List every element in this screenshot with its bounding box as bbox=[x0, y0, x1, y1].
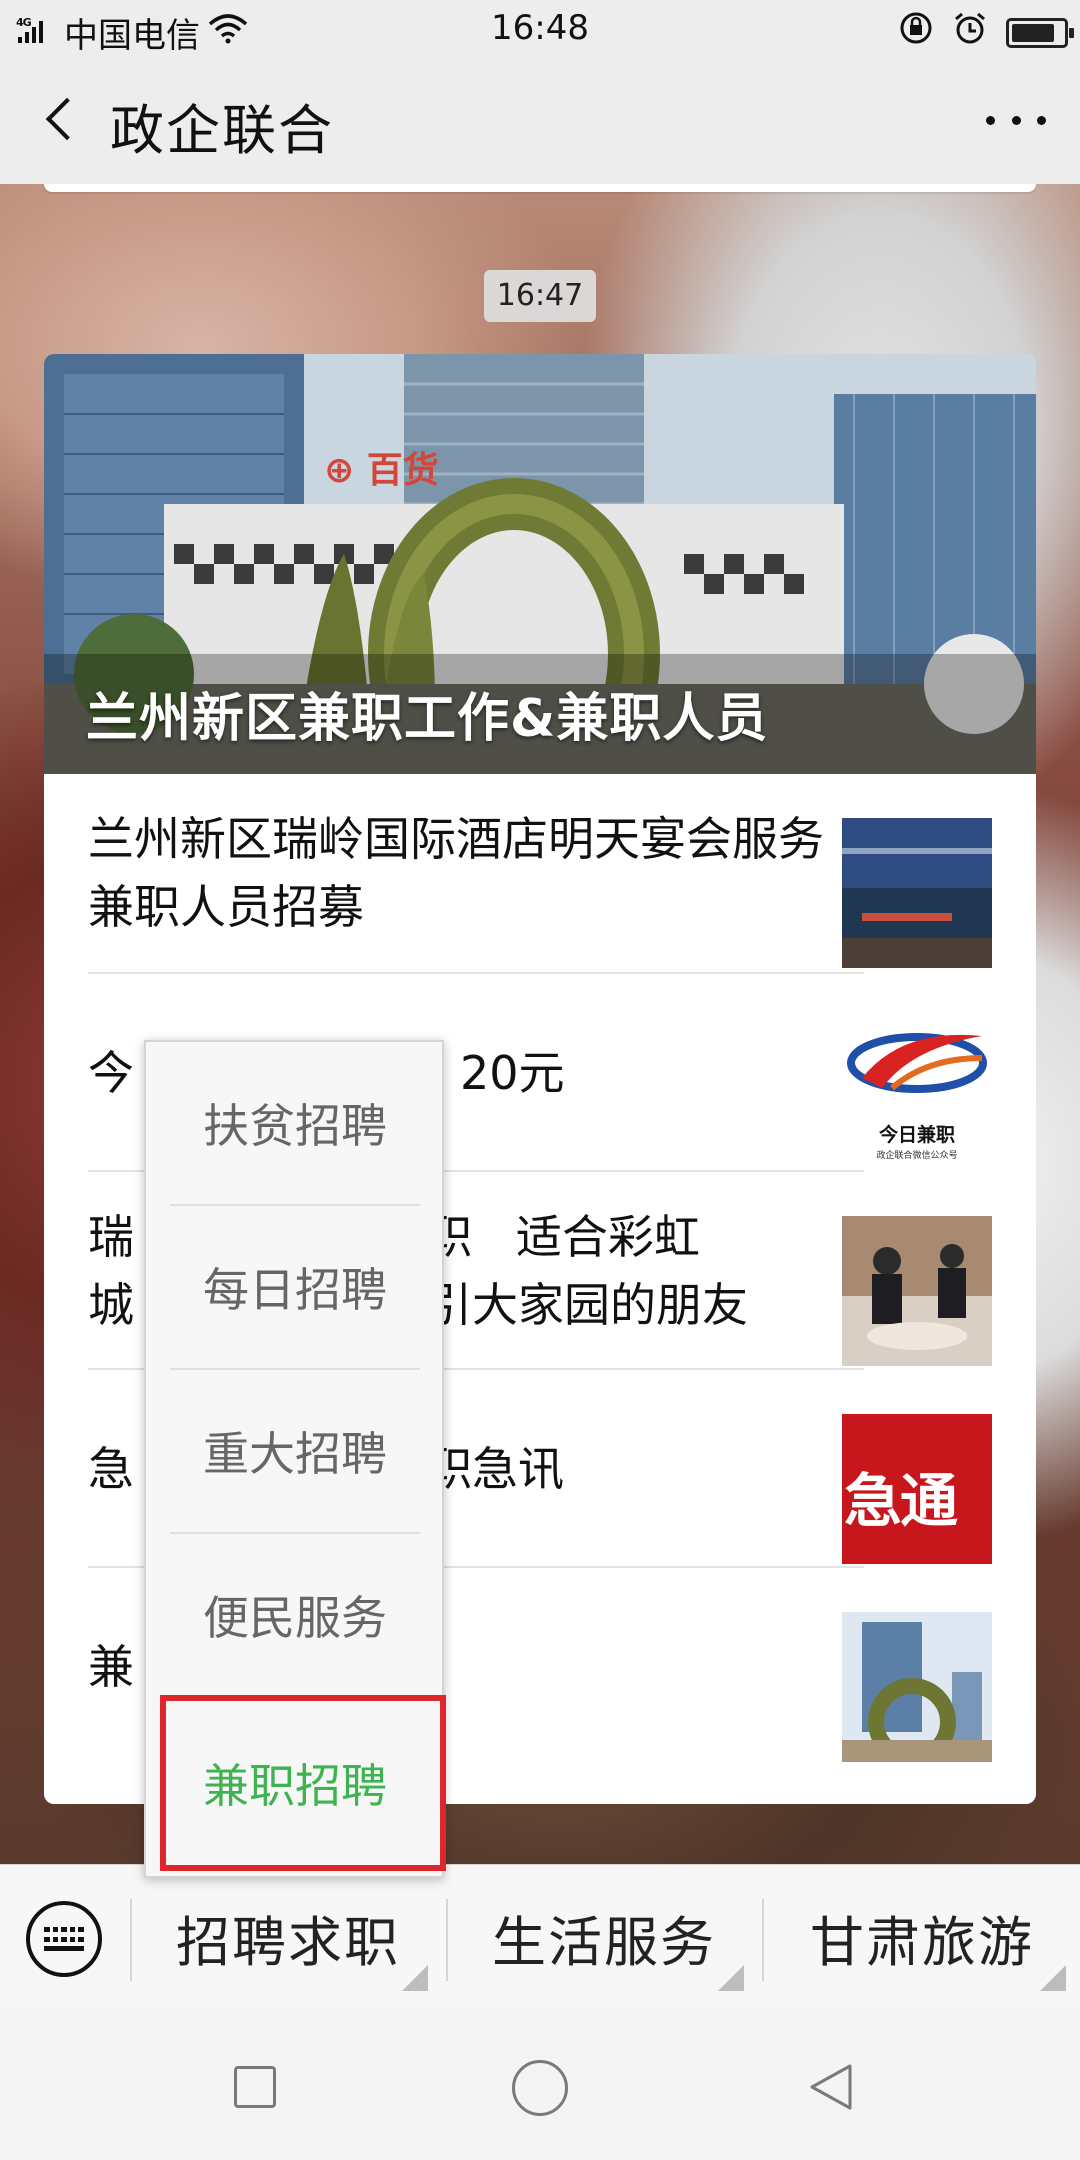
logo-subcaption: 政企联合微信公众号 bbox=[876, 1151, 958, 1161]
urgent-thumbnail-text: 急通 bbox=[844, 1467, 958, 1535]
menu-tab-gansu-travel[interactable]: 甘肃旅游 bbox=[764, 1865, 1080, 2009]
previous-message-card bbox=[44, 184, 1036, 192]
submenu-popup: 扶贫招聘 每日招聘 重大招聘 便民服务 兼职招聘 bbox=[144, 1040, 446, 1878]
jinri-jianzhi-logo-icon bbox=[847, 1033, 987, 1093]
status-bar: 4G 中国电信 16:48 bbox=[0, 0, 1080, 56]
back-icon[interactable] bbox=[806, 2062, 856, 2112]
submenu-item-public-service[interactable]: 便民服务 bbox=[170, 1534, 420, 1696]
article-title-end: 职急讯 bbox=[426, 1442, 564, 1496]
menu-tab-recruitment[interactable]: 招聘求职 bbox=[132, 1865, 444, 2009]
message-timestamp: 16:47 bbox=[484, 270, 596, 322]
cover-title: 兰州新区兼职工作&兼职人员 bbox=[86, 689, 769, 749]
submenu-item-poverty-recruit[interactable]: 扶贫招聘 bbox=[170, 1042, 420, 1204]
submenu-indicator-icon bbox=[402, 1965, 428, 1991]
home-icon[interactable] bbox=[512, 2060, 568, 2116]
article-title-start: 今 bbox=[88, 1046, 134, 1100]
article-title-line1-start: 瑞 bbox=[88, 1210, 134, 1264]
official-account-menu-bar: 招聘求职 生活服务 甘肃旅游 bbox=[0, 1864, 1080, 2008]
article-thumbnail: 今日兼职 政企联合微信公众号 bbox=[842, 1018, 992, 1168]
more-options-icon[interactable] bbox=[986, 112, 1046, 128]
battery-icon bbox=[1006, 17, 1074, 48]
article-title-start: 急 bbox=[88, 1442, 134, 1496]
article-title: 兰州新区瑞岭国际酒店明天宴会服务兼职人员招募 bbox=[88, 812, 824, 934]
article-item[interactable]: 兰州新区瑞岭国际酒店明天宴会服务兼职人员招募 bbox=[88, 774, 992, 972]
article-title-line1-end: 职 适合彩虹 bbox=[426, 1210, 700, 1264]
keyboard-toggle-icon[interactable] bbox=[26, 1901, 102, 1977]
svg-text:⊕ 百货: ⊕ 百货 bbox=[324, 450, 439, 491]
logo-caption: 今日兼职 bbox=[878, 1124, 955, 1146]
cover-image[interactable]: ⊕ 百货 兰州新区兼职工作&兼职人员 bbox=[44, 354, 1036, 774]
submenu-item-major-recruit[interactable]: 重大招聘 bbox=[170, 1370, 420, 1532]
alarm-icon bbox=[952, 10, 988, 55]
system-navigation-bar bbox=[0, 2008, 1080, 2160]
submenu-item-daily-recruit[interactable]: 每日招聘 bbox=[170, 1206, 420, 1368]
recent-apps-icon[interactable] bbox=[234, 2066, 276, 2108]
article-title-line2-end: 引大家园的朋友 bbox=[426, 1278, 748, 1332]
article-thumbnail bbox=[842, 818, 992, 968]
article-title-end: 20元 bbox=[460, 1046, 565, 1100]
rotation-lock-icon bbox=[898, 10, 934, 55]
article-thumbnail bbox=[842, 1612, 992, 1762]
article-title-line2-start: 城 bbox=[88, 1278, 134, 1332]
chat-header: 政企联合 bbox=[0, 56, 1080, 184]
status-right bbox=[898, 10, 1074, 55]
submenu-indicator-icon bbox=[1040, 1965, 1066, 1991]
menu-tab-life-services[interactable]: 生活服务 bbox=[448, 1865, 760, 2009]
article-thumbnail: 急通 bbox=[842, 1414, 992, 1564]
article-thumbnail bbox=[842, 1216, 992, 1366]
selection-highlight bbox=[160, 1695, 446, 1871]
submenu-indicator-icon bbox=[718, 1965, 744, 1991]
back-arrow-icon[interactable] bbox=[34, 90, 94, 150]
page-title: 政企联合 bbox=[110, 99, 334, 162]
